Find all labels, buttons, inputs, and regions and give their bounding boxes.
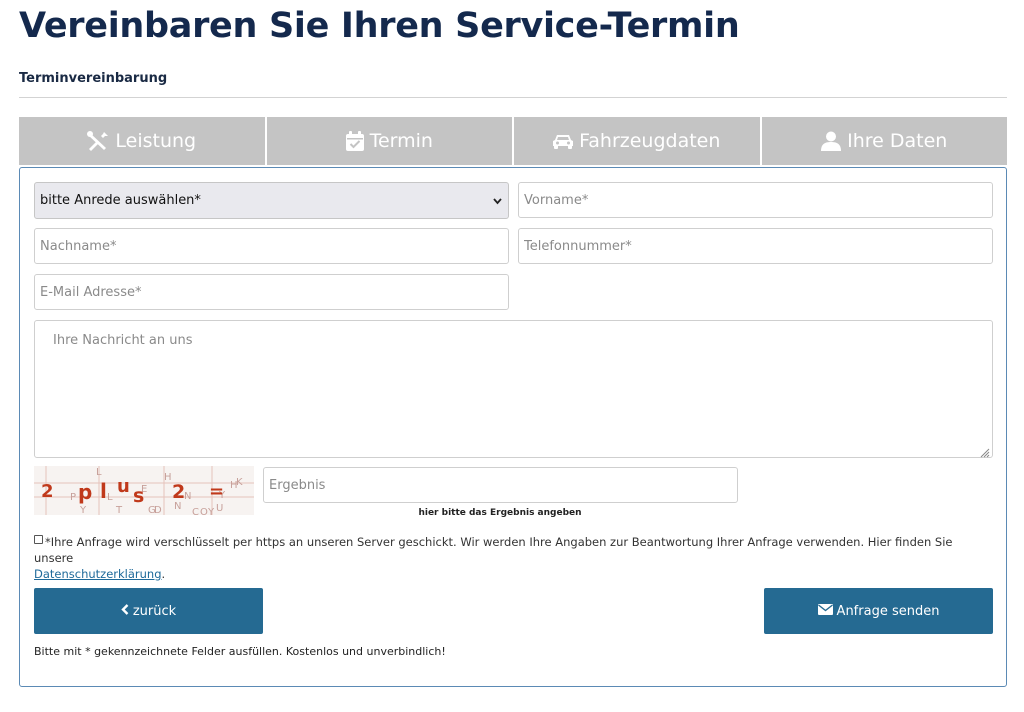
captcha-char: s	[133, 485, 145, 507]
chevron-left-icon	[121, 603, 129, 619]
user-icon	[821, 131, 842, 151]
section-label: Terminvereinbarung	[19, 71, 168, 86]
submit-button-label: Anfrage senden	[836, 603, 940, 619]
captcha-char: u	[117, 476, 130, 497]
consent-suffix: .	[161, 567, 166, 581]
submit-button[interactable]: Anfrage senden	[764, 588, 993, 634]
email-field[interactable]	[34, 274, 509, 310]
tab-label: Fahrzeugdaten	[579, 130, 721, 152]
car-icon	[553, 133, 574, 149]
back-button-label: zurück	[132, 603, 177, 619]
tools-icon	[87, 131, 109, 151]
phone-field[interactable]	[518, 228, 993, 264]
tab-label: Leistung	[115, 130, 197, 152]
tab-fahrzeugdaten[interactable]: Fahrzeugdaten	[514, 117, 760, 165]
captcha-char: p	[78, 480, 93, 504]
message-textarea[interactable]	[34, 320, 993, 458]
calendar-check-icon	[345, 131, 364, 151]
tab-leistung[interactable]: Leistung	[19, 117, 265, 165]
privacy-policy-link[interactable]: Datenschutzerklärung	[34, 567, 162, 581]
captcha-challenge: 2 p l u s 2 =	[34, 466, 254, 515]
tab-termin[interactable]: Termin	[266, 117, 512, 165]
page-title: Vereinbaren Sie Ihren Service-Termin	[19, 6, 740, 46]
salutation-select-value: bitte Anrede auswählen*	[40, 193, 201, 208]
contact-form: bitte Anrede auswählen* LH PL E	[19, 167, 1007, 687]
tab-label: Termin	[369, 130, 433, 152]
captcha-char: 2	[172, 481, 186, 503]
envelope-icon	[817, 603, 833, 619]
consent-body: *Ihre Anfrage wird verschlüsselt per htt…	[34, 535, 953, 565]
tab-ihre-daten[interactable]: Ihre Daten	[761, 117, 1007, 165]
step-tabs: Leistung Termin Fahrzeugdaten Ihre Daten	[19, 117, 1007, 165]
captcha-hint: hier bitte das Ergebnis angeben	[418, 508, 582, 518]
salutation-select[interactable]: bitte Anrede auswählen*	[34, 182, 509, 219]
section-divider	[19, 97, 1007, 98]
back-button[interactable]: zurück	[34, 588, 263, 634]
captcha-result-field[interactable]	[263, 467, 738, 503]
first-name-field[interactable]	[518, 182, 993, 218]
captcha-image: LH PL EN YK HY TG DN CO YU 2 p l u s 2 =	[34, 466, 254, 515]
consent-text: *Ihre Anfrage wird verschlüsselt per htt…	[34, 534, 974, 582]
tab-label: Ihre Daten	[847, 130, 948, 152]
captcha-char: l	[100, 479, 107, 503]
chevron-down-icon	[493, 195, 502, 210]
captcha-char: 2	[41, 481, 54, 502]
resize-grip-icon[interactable]	[978, 443, 990, 458]
captcha-char: =	[209, 481, 225, 502]
last-name-field[interactable]	[34, 228, 509, 264]
required-fields-note: Bitte mit * gekennzeichnete Felder ausfü…	[34, 645, 446, 658]
consent-checkbox[interactable]	[34, 535, 43, 544]
